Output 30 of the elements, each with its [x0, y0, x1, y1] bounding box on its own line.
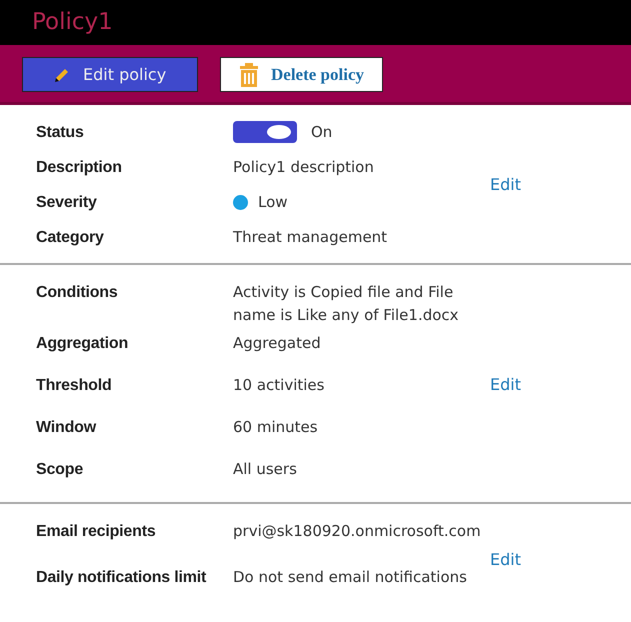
- page-title: Policy1: [32, 8, 113, 38]
- field-label: Severity: [36, 193, 98, 213]
- edit-link[interactable]: Edit: [490, 173, 521, 197]
- field-value: Aggregated: [233, 333, 321, 354]
- field-value: On: [311, 122, 332, 143]
- field-label: Email recipients: [36, 522, 157, 542]
- field-label: Category: [36, 228, 105, 248]
- field-value: prvi@sk180920.onmicrosoft.com: [233, 521, 481, 542]
- field-value: All users: [233, 459, 297, 480]
- field-value: Activity is Copied file and File name is Like any of File1.docx: [233, 282, 460, 326]
- field-value: Do not send email notifications: [233, 567, 467, 588]
- field-value: 60 minutes: [233, 417, 318, 438]
- field-label: Daily notifications limit: [36, 568, 208, 588]
- field-label: Description: [36, 158, 123, 178]
- field-value: Policy1 description: [233, 157, 374, 178]
- field-label: Scope: [36, 460, 84, 480]
- field-label: Threshold: [36, 376, 113, 396]
- edit-link[interactable]: Edit: [490, 548, 521, 572]
- field-value: 10 activities: [233, 375, 324, 396]
- edit-policy-button[interactable]: Edit policy: [22, 57, 198, 92]
- edit-link[interactable]: Edit: [490, 372, 521, 396]
- field-label: Aggregation: [36, 334, 130, 354]
- field-label: Window: [36, 418, 98, 438]
- field-label: Conditions: [36, 283, 119, 303]
- toggle-switch[interactable]: [233, 121, 297, 144]
- delete-policy-button[interactable]: Delete policy: [220, 57, 383, 92]
- field-label: Status: [36, 123, 85, 143]
- trash-icon: [239, 62, 259, 86]
- field-value: Low: [258, 192, 288, 213]
- field-value: Threat management: [233, 227, 388, 248]
